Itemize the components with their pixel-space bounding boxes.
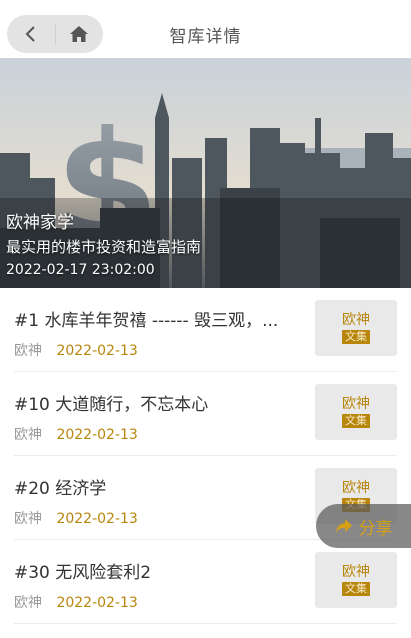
- article-thumbnail: 欧神 文集: [315, 552, 397, 608]
- header: 智库详情: [0, 0, 411, 58]
- article-author: 欧神: [14, 595, 42, 611]
- article-meta: 欧神 2022-02-13: [14, 340, 138, 360]
- banner[interactable]: $ 欧神家学 最实用的楼市投资和造富指南 2022-02-17 23:02:00: [0, 58, 411, 288]
- article-date: 2022-02-13: [56, 511, 138, 527]
- list-item[interactable]: #1 水库羊年贺禧 ------ 毁三观，... 欧神 2022-02-13 欧…: [14, 288, 397, 372]
- banner-subtitle: 最实用的楼市投资和造富指南: [6, 238, 202, 256]
- article-meta: 欧神 2022-02-13: [14, 424, 138, 444]
- article-author: 欧神: [14, 343, 42, 359]
- thumbnail-label-bottom: 文集: [342, 414, 370, 428]
- article-title: #10 大道随行，不忘本心: [14, 395, 209, 415]
- article-title: #20 经济学: [14, 479, 107, 499]
- article-title: #30 无风险套利2: [14, 563, 152, 583]
- share-button[interactable]: 分享: [316, 504, 411, 548]
- banner-author: 欧神家学: [6, 213, 74, 233]
- article-author: 欧神: [14, 427, 42, 443]
- article-thumbnail: 欧神 文集: [315, 384, 397, 440]
- list-item[interactable]: #30 无风险套利2 欧神 2022-02-13 欧神 文集: [14, 540, 397, 624]
- share-label: 分享: [358, 518, 393, 539]
- article-date: 2022-02-13: [56, 343, 138, 359]
- thumbnail-label-top: 欧神: [342, 480, 370, 496]
- thumbnail-label-top: 欧神: [342, 396, 370, 412]
- thumbnail-label-bottom: 文集: [342, 330, 370, 344]
- page-title: 智库详情: [169, 27, 242, 47]
- article-meta: 欧神 2022-02-13: [14, 592, 138, 612]
- article-title: #1 水库羊年贺禧 ------ 毁三观，...: [14, 311, 279, 331]
- article-author: 欧神: [14, 511, 42, 527]
- article-date: 2022-02-13: [56, 595, 138, 611]
- share-arrow-icon: [335, 519, 352, 533]
- article-date: 2022-02-13: [56, 427, 138, 443]
- article-thumbnail: 欧神 文集: [315, 300, 397, 356]
- banner-date: 2022-02-17 23:02:00: [6, 262, 155, 278]
- list-item[interactable]: #10 大道随行，不忘本心 欧神 2022-02-13 欧神 文集: [14, 372, 397, 456]
- article-list: #1 水库羊年贺禧 ------ 毁三观，... 欧神 2022-02-13 欧…: [0, 288, 411, 624]
- thumbnail-label-bottom: 文集: [342, 582, 370, 596]
- thumbnail-label-top: 欧神: [342, 312, 370, 328]
- article-meta: 欧神 2022-02-13: [14, 508, 138, 528]
- thumbnail-label-top: 欧神: [342, 564, 370, 580]
